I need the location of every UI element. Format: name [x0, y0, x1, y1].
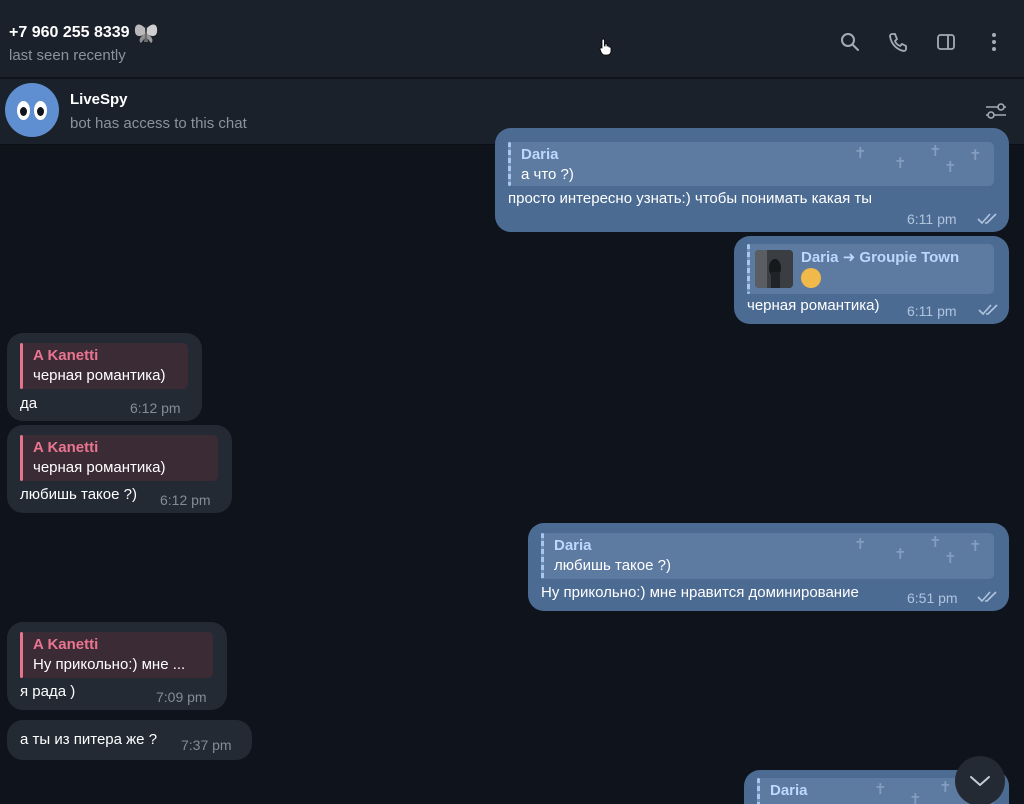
reply-quote[interactable]: ✝ ✝ ✝ ✝ ✝ Daria любишь такое ?) — [541, 533, 994, 579]
message-incoming[interactable]: A Kanetti Ну прикольно:) мне ... я рада … — [7, 622, 227, 710]
chevron-down-icon — [970, 776, 990, 786]
smiling-face-hearts-icon — [801, 268, 821, 288]
reply-author: A Kanetti — [33, 636, 99, 653]
reply-author: Daria — [554, 537, 592, 554]
bot-subtitle: bot has access to this chat — [70, 115, 247, 132]
message-time: 6:12 pm — [160, 492, 211, 508]
avatar-eye-right-icon — [34, 100, 47, 120]
message-outgoing[interactable]: ✝ ✝ ✝ ✝ ✝ Daria любишь такое ?) Ну прикольно… — [528, 523, 1009, 611]
pattern-crosses-icon: ✝ ✝ ✝ ✝ ✝ — [854, 143, 982, 176]
reply-text: черная романтика) — [33, 367, 166, 384]
reply-quote[interactable]: ✝ ✝ ✝ ✝ ✝ Daria а что ?) — [508, 142, 994, 186]
reply-author: Daria — [770, 782, 808, 799]
reply-author: A Kanetti — [33, 347, 99, 364]
reply-quote[interactable]: A Kanetti Ну прикольно:) мне ... — [20, 632, 213, 678]
reply-text: черная романтика) — [33, 459, 166, 476]
reply-author: A Kanetti — [33, 439, 99, 456]
header-actions — [838, 30, 1006, 54]
message-text: а ты из питера же ? — [20, 731, 158, 748]
message-time: 6:51 pm — [907, 590, 958, 606]
message-incoming[interactable]: A Kanetti черная романтика) любишь такое… — [7, 425, 232, 513]
forward-header[interactable]: Daria ➜ Groupie Town — [747, 244, 994, 294]
reply-author: Daria — [521, 146, 559, 163]
message-outgoing-forwarded[interactable]: Daria ➜ Groupie Town черная романтика) 6… — [734, 236, 1009, 324]
avatar-eye-left-icon — [17, 100, 30, 120]
reply-text: любишь такое ?) — [554, 557, 671, 574]
forward-source[interactable]: Daria ➜ Groupie Town — [801, 248, 959, 266]
bot-avatar[interactable] — [5, 83, 59, 137]
reply-quote[interactable]: A Kanetti черная романтика) — [20, 343, 188, 389]
message-text: любишь такое ?) — [20, 486, 137, 503]
moth-emoji-icon — [133, 22, 159, 44]
sidebar-toggle-icon[interactable] — [934, 30, 958, 54]
reply-text: а что ?) — [521, 166, 574, 183]
double-check-icon — [977, 213, 997, 225]
message-time: 7:37 pm — [181, 737, 232, 753]
contact-status: last seen recently — [9, 47, 126, 64]
message-text: черная романтика) — [747, 297, 880, 314]
more-options-icon[interactable] — [982, 30, 1006, 54]
chat-header: +7 960 255 8339 last seen recently — [0, 0, 1024, 78]
double-check-icon — [977, 591, 997, 603]
message-text: Ну прикольно:) мне нравится доминировани… — [541, 584, 859, 601]
reply-text: Ну прикольно:) мне ... — [33, 656, 186, 673]
message-incoming[interactable]: а ты из питера же ? 7:37 pm — [7, 720, 252, 760]
double-check-icon — [978, 304, 998, 316]
contact-name[interactable]: +7 960 255 8339 — [9, 24, 130, 42]
message-outgoing[interactable]: ✝ ✝ ✝ ✝ ✝ Daria а что ?) просто интересно уз… — [495, 128, 1009, 232]
pattern-crosses-icon: ✝ ✝ ✝ ✝ ✝ — [854, 534, 982, 567]
bot-name[interactable]: LiveSpy — [70, 91, 128, 108]
forward-thumbnail — [755, 250, 793, 288]
reply-quote[interactable]: A Kanetti черная романтика) — [20, 435, 218, 481]
contact-name-row[interactable]: +7 960 255 8339 — [9, 22, 159, 44]
search-icon[interactable] — [838, 30, 862, 54]
message-time: 7:09 pm — [156, 689, 207, 705]
scroll-to-bottom-button[interactable] — [955, 756, 1005, 804]
message-text: просто интересно узнать:) чтобы понимать… — [508, 190, 873, 207]
message-incoming[interactable]: A Kanetti черная романтика) да 6:12 pm — [7, 333, 202, 421]
settings-sliders-icon[interactable] — [984, 99, 1008, 123]
message-time: 6:11 pm — [907, 211, 957, 227]
message-text: да — [20, 395, 38, 412]
hand-cursor-icon — [599, 38, 613, 56]
message-text: я рада ) — [20, 683, 76, 700]
message-time: 6:12 pm — [130, 400, 181, 416]
message-time: 6:11 pm — [907, 303, 957, 319]
phone-icon[interactable] — [886, 30, 910, 54]
